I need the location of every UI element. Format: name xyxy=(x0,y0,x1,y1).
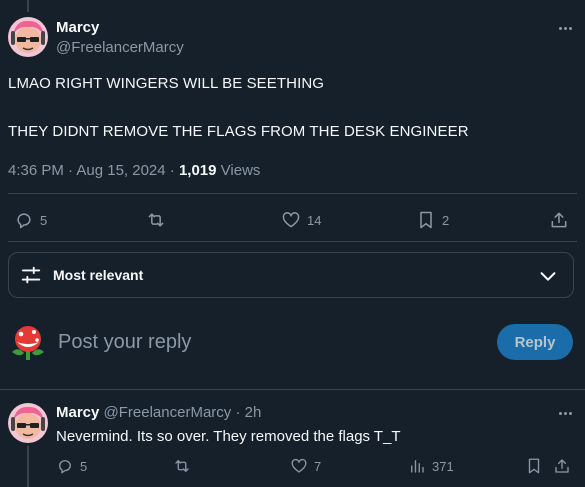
reply-like-action[interactable]: 7 xyxy=(290,457,321,475)
reply-timestamp[interactable]: · 2h xyxy=(231,404,261,421)
reply-views-action[interactable]: 371 xyxy=(408,457,454,475)
divider xyxy=(0,389,585,390)
share-action[interactable] xyxy=(549,210,569,230)
post-meta: 4:36 PM · Aug 15, 2024 · 1,019 Views xyxy=(8,162,260,179)
heart-icon xyxy=(291,458,307,473)
sort-dropdown[interactable]: Most relevant xyxy=(8,252,574,298)
reply-share-action[interactable] xyxy=(553,457,571,475)
plant-avatar-icon xyxy=(12,326,44,360)
bookmark-icon xyxy=(528,458,540,474)
author-avatar[interactable] xyxy=(8,17,48,57)
reply-action[interactable]: 5 xyxy=(14,210,47,230)
author-handle[interactable]: @FreelancerMarcy xyxy=(56,39,184,56)
reply-icon xyxy=(17,213,31,229)
reply-reply-count: 5 xyxy=(80,458,88,474)
post-text-line-1: LMAO RIGHT WINGERS WILL BE SEETHING xyxy=(8,75,325,92)
sliders-icon xyxy=(21,266,41,284)
share-icon xyxy=(551,212,567,228)
current-user-avatar[interactable] xyxy=(8,322,48,362)
reply-header: Marcy @FreelancerMarcy · 2h xyxy=(56,404,261,421)
reply-bookmark-action[interactable] xyxy=(525,457,543,475)
reply-button[interactable]: Reply xyxy=(497,324,573,360)
analytics-icon xyxy=(411,460,424,473)
more-options-icon[interactable] xyxy=(556,19,574,37)
reply-reply-action[interactable]: 5 xyxy=(56,457,87,475)
reply-input[interactable]: Post your reply xyxy=(58,331,191,354)
post-timestamp[interactable]: 4:36 PM · Aug 15, 2024 · xyxy=(8,162,179,179)
reply-author-name[interactable]: Marcy xyxy=(56,404,99,421)
bookmark-icon xyxy=(420,211,432,229)
reply-author-handle[interactable]: @FreelancerMarcy xyxy=(104,404,232,421)
reply-repost-action[interactable] xyxy=(173,457,197,475)
avatar-art-icon xyxy=(8,403,48,443)
like-count: 14 xyxy=(307,212,322,228)
author-display-name[interactable]: Marcy xyxy=(56,19,99,36)
reply-author-avatar[interactable] xyxy=(8,403,48,443)
views-label: Views xyxy=(216,162,261,179)
avatar-art-icon xyxy=(8,17,48,57)
like-action[interactable]: 14 xyxy=(281,210,321,230)
repost-action[interactable] xyxy=(146,210,172,230)
chevron-down-icon xyxy=(540,272,556,281)
repost-icon xyxy=(148,213,164,227)
bookmark-action[interactable]: 2 xyxy=(416,210,449,230)
reply-views-count: 371 xyxy=(432,458,454,474)
share-icon xyxy=(555,459,569,473)
reply-like-count: 7 xyxy=(314,458,322,474)
heart-icon xyxy=(282,212,300,228)
post-text-line-2: THEY DIDNT REMOVE THE FLAGS FROM THE DES… xyxy=(8,123,469,140)
bookmark-count: 2 xyxy=(442,212,450,228)
more-options-icon[interactable] xyxy=(556,404,574,422)
reply-icon xyxy=(59,460,71,474)
views-count: 1,019 xyxy=(178,162,217,179)
repost-icon xyxy=(175,460,189,472)
sort-label: Most relevant xyxy=(53,267,144,283)
divider xyxy=(8,193,577,194)
thread-line xyxy=(27,0,29,12)
reply-text: Nevermind. Its so over. They removed the… xyxy=(56,428,401,445)
divider xyxy=(8,241,577,242)
thread-line xyxy=(27,446,29,487)
reply-count: 5 xyxy=(40,212,48,228)
